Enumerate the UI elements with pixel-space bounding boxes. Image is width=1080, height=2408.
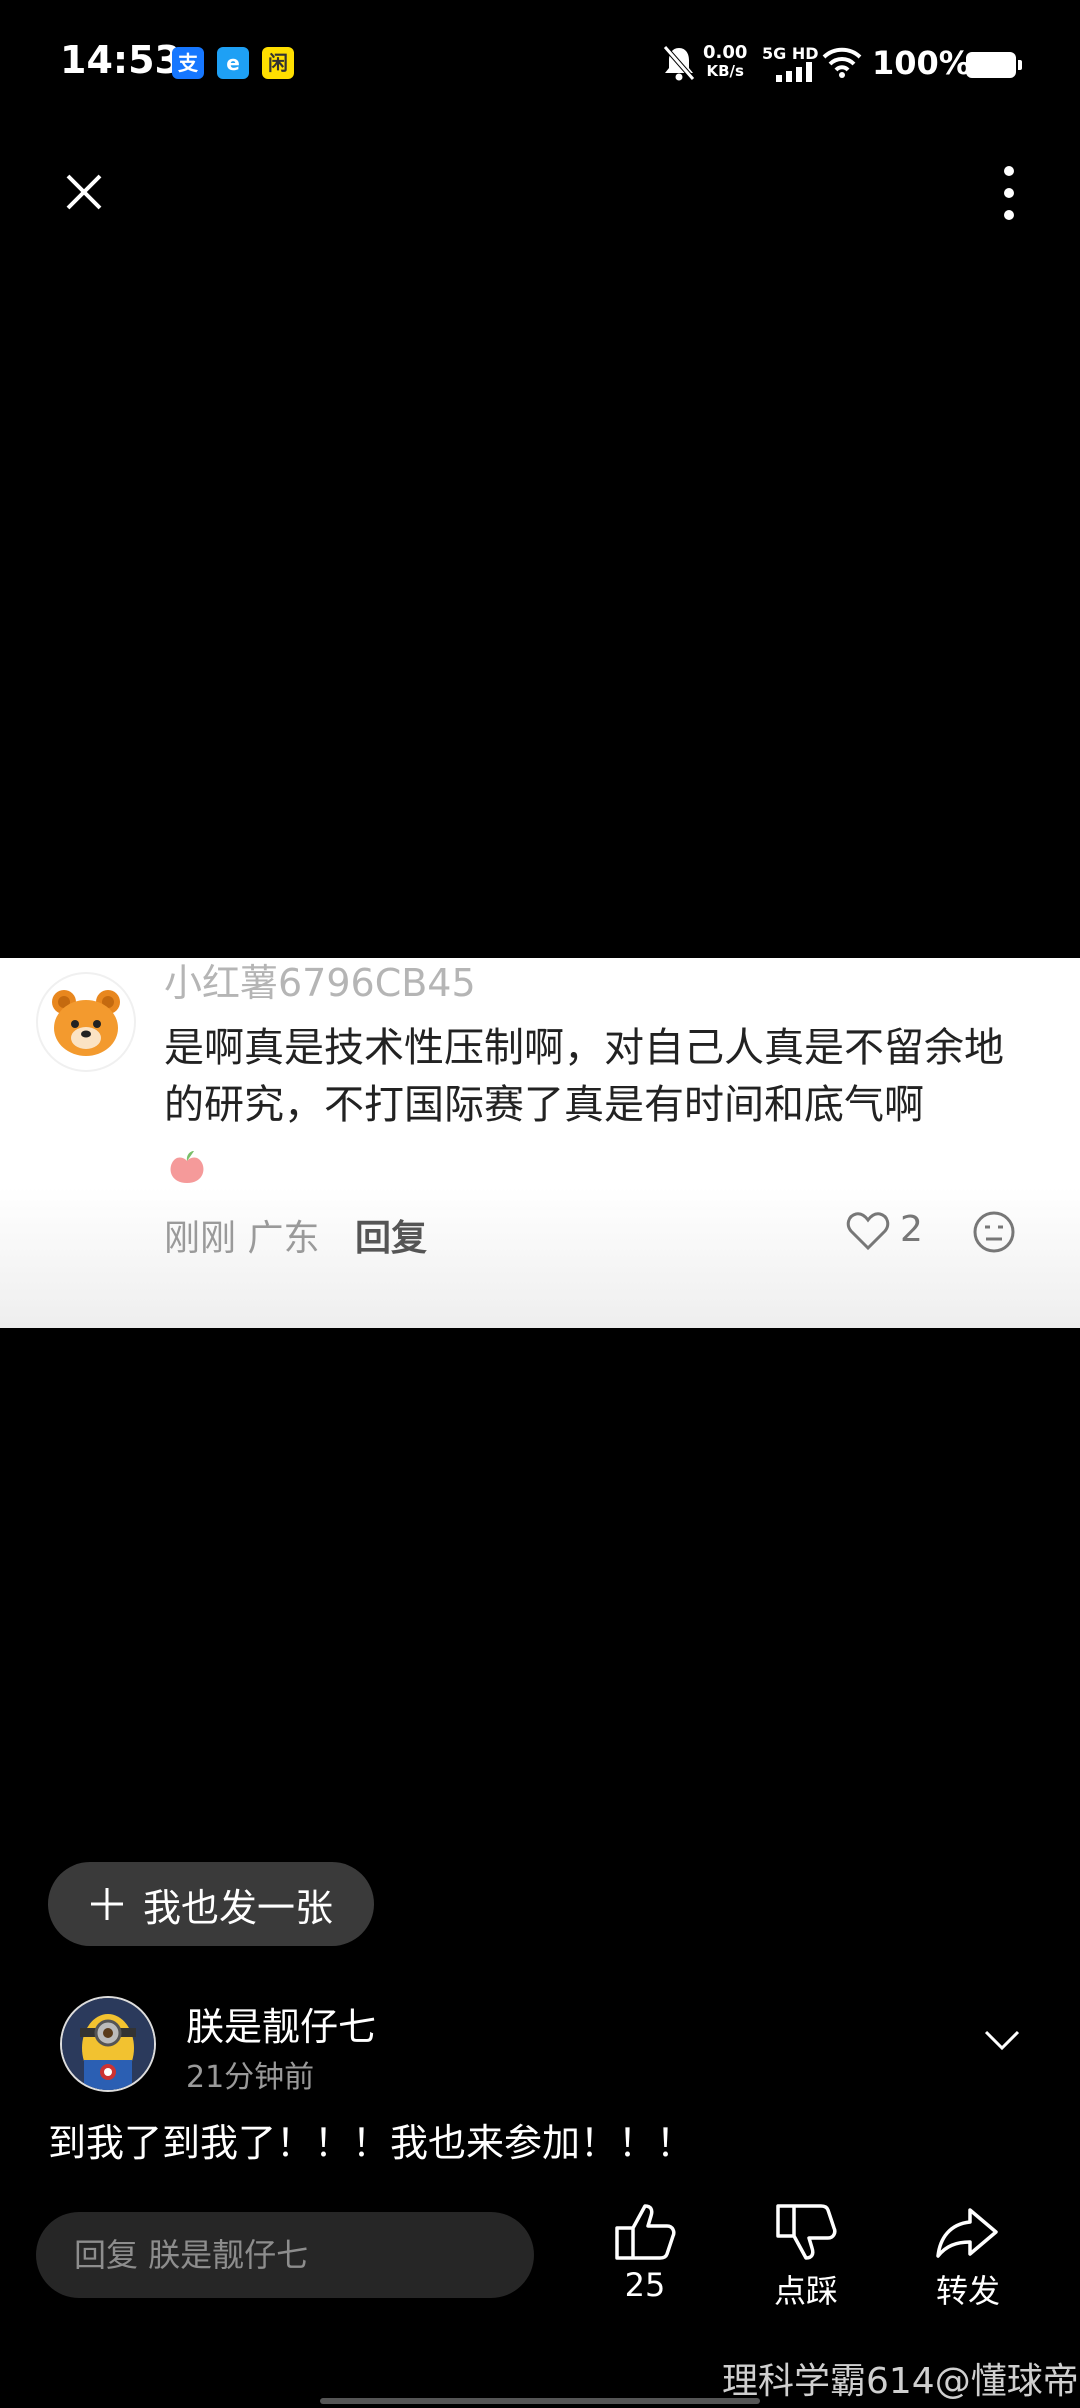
- comment-text: 是啊真是技术性压制啊，对自己人真是不留余地的研究，不打国际赛了真是有时间和底气啊: [164, 1020, 1024, 1191]
- battery-percent: 100%: [872, 44, 971, 82]
- browser-app-icon: e: [217, 47, 249, 79]
- post-text: 到我了到我了！！！我也来参加！！！: [48, 2121, 695, 2165]
- chevron-down-icon[interactable]: [982, 2028, 1022, 2052]
- watermark-text: 理科学霸614@懂球帝: [722, 2361, 1079, 2402]
- comment-body: 是啊真是技术性压制啊，对自己人真是不留余地的研究，不打国际赛了真是有时间和底气啊: [164, 1025, 1004, 1128]
- peach-emoji-icon: [170, 1151, 204, 1183]
- thumbs-down-icon: [776, 2204, 837, 2260]
- commenter-username: 小红薯6796CB45: [164, 961, 476, 1005]
- reply-input[interactable]: 回复 朕是靓仔七: [36, 2212, 534, 2298]
- plus-icon: [90, 1888, 123, 1920]
- bear-avatar-icon: [52, 990, 120, 1056]
- dislike-button[interactable]: 点踩: [746, 2200, 866, 2312]
- publish-button-label: 我也发一张: [142, 1885, 333, 1930]
- like-count: 25: [624, 2266, 666, 2304]
- wifi-icon: [822, 47, 862, 78]
- comment-time-location: 刚刚 广东: [164, 1218, 320, 1259]
- like-button[interactable]: 25: [585, 2200, 705, 2304]
- mute-bell-icon: [663, 45, 695, 81]
- poster-name[interactable]: 朕是靓仔七: [186, 1996, 376, 2051]
- alipay-app-icon: 支: [172, 47, 204, 79]
- status-time: 14:53: [60, 38, 181, 82]
- home-indicator[interactable]: [320, 2398, 760, 2404]
- share-arrow-icon: [936, 2208, 998, 2258]
- battery-icon: [966, 52, 1022, 78]
- close-icon[interactable]: [62, 170, 106, 214]
- network-speed: 0.00 KB/s: [703, 42, 748, 81]
- heart-icon[interactable]: [846, 1210, 890, 1252]
- comment-reply-link[interactable]: 回复: [355, 1209, 427, 1261]
- poster-avatar[interactable]: [60, 1996, 156, 2092]
- thumbs-up-icon: [615, 2204, 676, 2260]
- commenter-avatar: [36, 972, 136, 1072]
- dislike-label: 点踩: [773, 2272, 838, 2310]
- minion-avatar-icon: [62, 1998, 154, 2090]
- cellular-signal-icon: [776, 62, 812, 82]
- signal-label: 5G HD: [762, 44, 819, 63]
- more-vertical-icon[interactable]: [992, 164, 1026, 222]
- xianyu-app-icon: 闲: [262, 47, 294, 79]
- publish-too-button[interactable]: 我也发一张: [48, 1862, 374, 1946]
- share-label: 转发: [935, 2272, 1000, 2310]
- post-time: 21分钟前: [186, 2060, 315, 2095]
- emoji-face-icon[interactable]: [972, 1210, 1016, 1254]
- share-button[interactable]: 转发: [908, 2200, 1028, 2312]
- comment-like-count: 2: [900, 1209, 923, 1250]
